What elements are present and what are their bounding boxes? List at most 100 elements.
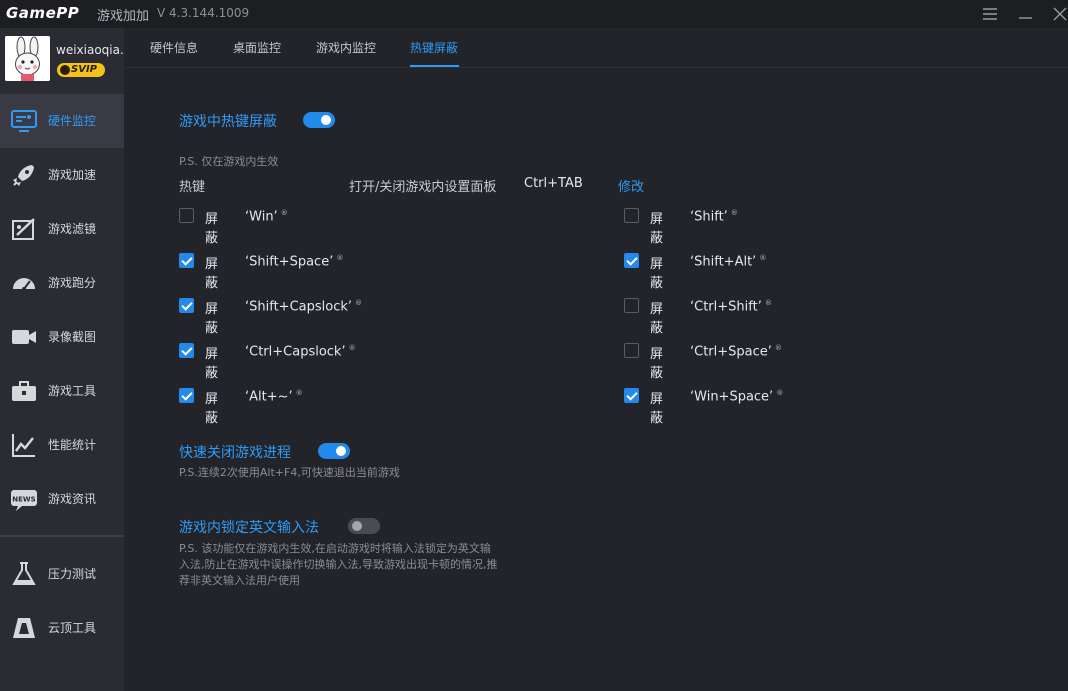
sidebar-item-hardware-monitor[interactable]: 硬件监控 xyxy=(0,94,124,148)
info-mark-icon: ® xyxy=(336,254,344,262)
toggle-knob xyxy=(352,521,362,531)
block-prefix-label: 屏蔽 xyxy=(650,257,664,291)
toolbox-icon xyxy=(10,377,38,405)
hotkey-name: ‘Shift+Capslock’ ® xyxy=(245,299,363,315)
hotkey-name: ‘Win’ ® xyxy=(245,209,288,225)
quick-close-note: P.S.连续2次使用Alt+F4,可快速退出当前游戏 xyxy=(179,466,400,479)
hardware-monitor-icon xyxy=(10,107,38,135)
info-mark-icon: ® xyxy=(348,344,356,352)
news-icon: NEWS xyxy=(10,485,38,513)
sidebar-item-cloud-tools[interactable]: 云顶工具 xyxy=(0,601,124,655)
hotkey-name: ‘Ctrl+Shift’ ® xyxy=(690,299,772,315)
app-logo: GamePP xyxy=(6,4,80,22)
block-prefix-label: 屏蔽 xyxy=(650,392,664,426)
block-prefix-label: 屏蔽 xyxy=(205,302,219,336)
tab-hotkey-block[interactable]: 热键屏蔽 xyxy=(410,39,458,56)
hotkey-name: ‘Alt+~’ ® xyxy=(245,389,303,405)
toggle-knob xyxy=(336,446,346,456)
block-prefix-label: 屏蔽 xyxy=(205,257,219,291)
flask-icon xyxy=(10,560,38,588)
sidebar-item-game-tools[interactable]: 游戏工具 xyxy=(0,364,124,418)
hotkey-block-title: 游戏中热键屏蔽 xyxy=(179,114,277,130)
tab-desktop-monitor[interactable]: 桌面监控 xyxy=(233,39,281,56)
info-mark-icon: ® xyxy=(730,209,738,217)
quick-close-title: 快速关闭游戏进程 xyxy=(179,445,291,461)
info-mark-icon: ® xyxy=(295,389,303,397)
username[interactable]: weixiaoqia.. xyxy=(56,43,124,57)
tab-ingame-monitor[interactable]: 游戏内监控 xyxy=(316,39,376,56)
block-alt-tilde-checkbox[interactable] xyxy=(179,388,194,403)
sidebar-item-stress-test[interactable]: 压力测试 xyxy=(0,547,124,601)
lock-ime-toggle[interactable] xyxy=(348,518,380,534)
sidebar-item-game-filter[interactable]: 游戏滤镜 xyxy=(0,202,124,256)
lock-ime-note-line-2: 入法,防止在游戏中误操作切换输入法,导致游戏出现卡顿的情况,推 xyxy=(179,558,498,571)
svip-badge-label: SVIP xyxy=(71,64,97,75)
title-bar: GamePP 游戏加加 V 4.3.144.1009 xyxy=(0,0,1068,28)
video-camera-icon xyxy=(10,323,38,351)
info-mark-icon: ® xyxy=(776,389,784,397)
lock-ime-note-line-1: P.S. 该功能仅在游戏内生效,在启动游戏时将输入法锁定为英文输 xyxy=(179,542,491,555)
block-shift-checkbox[interactable] xyxy=(624,208,639,223)
hotkey-name: ‘Shift+Alt’ ® xyxy=(690,254,767,270)
hotkey-label: 热键 xyxy=(179,180,206,195)
block-shift-capslock-checkbox[interactable] xyxy=(179,298,194,313)
sidebar-item-label: 游戏工具 xyxy=(48,384,97,398)
sidebar-item-label: 游戏跑分 xyxy=(48,276,97,290)
sidebar-item-label: 压力测试 xyxy=(48,567,97,581)
block-prefix-label: 屏蔽 xyxy=(650,302,664,336)
info-mark-icon: ® xyxy=(280,209,288,217)
hamburger-icon[interactable] xyxy=(980,4,1000,24)
rocket-icon xyxy=(10,161,38,189)
block-prefix-label: 屏蔽 xyxy=(650,347,664,381)
avatar[interactable] xyxy=(5,36,50,81)
sidebar-item-recording[interactable]: 录像截图 xyxy=(0,310,124,364)
hotkey-name: ‘Win+Space’ ® xyxy=(690,389,784,405)
sidebar-item-label: 云顶工具 xyxy=(48,621,97,635)
block-prefix-label: 屏蔽 xyxy=(650,212,664,246)
minimize-icon[interactable] xyxy=(1016,4,1036,24)
tab-bar: 硬件信息 桌面监控 游戏内监控 热键屏蔽 xyxy=(124,28,1068,68)
settings-panel-hotkey-value: Ctrl+TAB xyxy=(524,176,583,191)
active-tab-indicator xyxy=(410,65,459,67)
tab-hardware-info[interactable]: 硬件信息 xyxy=(150,39,198,56)
block-shift-space-checkbox[interactable] xyxy=(179,253,194,268)
svip-badge: SVIP xyxy=(57,63,105,77)
sidebar-item-game-benchmark[interactable]: 游戏跑分 xyxy=(0,256,124,310)
hotkey-name: ‘Ctrl+Space’ ® xyxy=(690,344,782,360)
info-mark-icon: ® xyxy=(774,344,782,352)
sidebar-item-label: 硬件监控 xyxy=(48,114,97,128)
sidebar-item-label: 游戏资讯 xyxy=(48,492,97,506)
sidebar-item-performance-stats[interactable]: 性能统计 xyxy=(0,418,124,472)
hotkey-name: ‘Shift’ ® xyxy=(690,209,738,225)
block-win-checkbox[interactable] xyxy=(179,208,194,223)
sidebar-item-game-news[interactable]: NEWS 游戏资讯 xyxy=(0,472,124,526)
speedometer-icon xyxy=(10,269,38,297)
hotkey-block-toggle[interactable] xyxy=(303,112,335,128)
block-prefix-label: 屏蔽 xyxy=(205,212,219,246)
hotkey-name: ‘Shift+Space’ ® xyxy=(245,254,344,270)
sidebar-item-label: 游戏滤镜 xyxy=(48,222,97,236)
sidebar-divider xyxy=(0,535,124,537)
info-mark-icon: ® xyxy=(764,299,772,307)
lock-ime-title: 游戏内锁定英文输入法 xyxy=(179,520,319,536)
cloud-tool-icon xyxy=(10,614,38,642)
block-ctrl-shift-checkbox[interactable] xyxy=(624,298,639,313)
toggle-knob xyxy=(321,115,331,125)
sidebar-item-label: 性能统计 xyxy=(48,438,97,452)
block-ctrl-capslock-checkbox[interactable] xyxy=(179,343,194,358)
sidebar-item-label: 游戏加速 xyxy=(48,168,97,182)
sidebar: weixiaoqia.. SVIP 硬件监控 游戏加速 游戏滤镜 游戏跑分 录像… xyxy=(0,28,124,691)
user-profile[interactable]: weixiaoqia.. SVIP xyxy=(0,28,124,94)
info-mark-icon: ® xyxy=(355,299,363,307)
block-ctrl-space-checkbox[interactable] xyxy=(624,343,639,358)
sidebar-item-game-boost[interactable]: 游戏加速 xyxy=(0,148,124,202)
modify-hotkey-link[interactable]: 修改 xyxy=(618,176,644,195)
info-mark-icon: ® xyxy=(759,254,767,262)
chart-icon xyxy=(10,431,38,459)
settings-panel-label: 打开/关闭游戏内设置面板 xyxy=(349,180,497,195)
close-icon[interactable] xyxy=(1050,4,1068,24)
block-win-space-checkbox[interactable] xyxy=(624,388,639,403)
quick-close-toggle[interactable] xyxy=(318,443,350,459)
block-shift-alt-checkbox[interactable] xyxy=(624,253,639,268)
sidebar-item-label: 录像截图 xyxy=(48,330,97,344)
